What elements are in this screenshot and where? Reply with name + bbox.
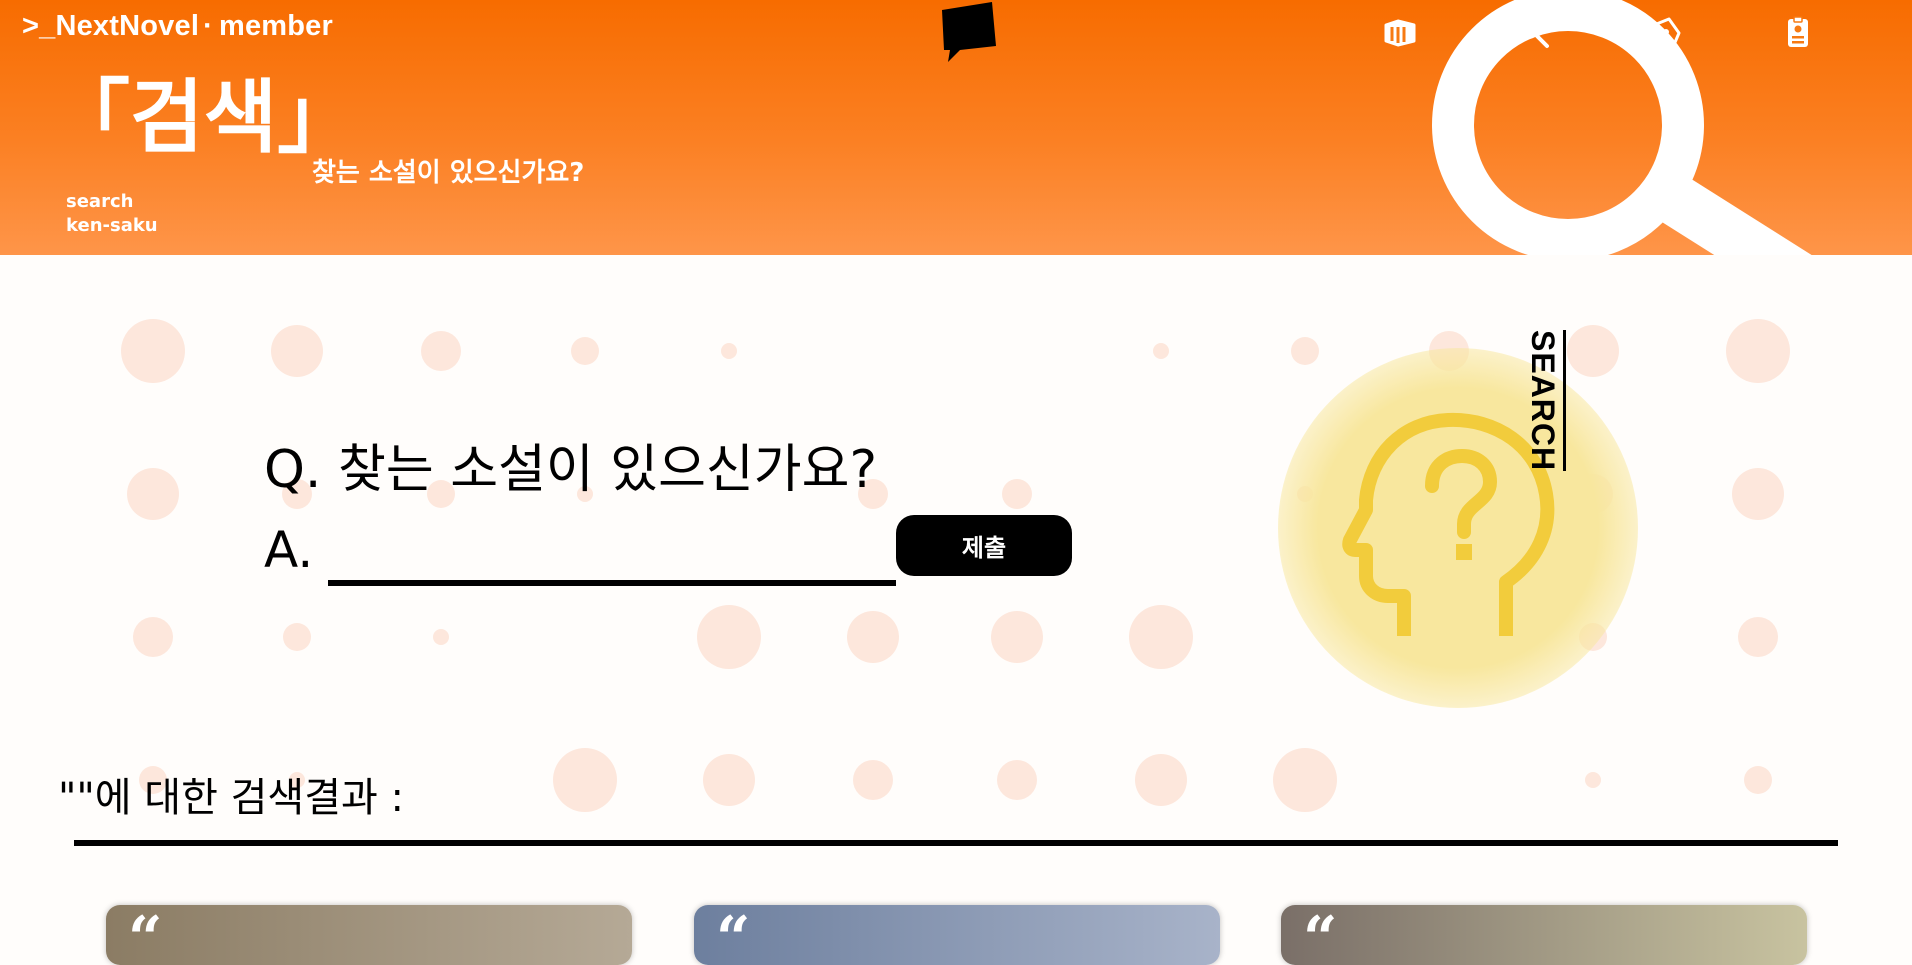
quote-mark: “ <box>128 905 163 965</box>
title-romanization: search ken-saku <box>66 190 158 238</box>
user-label[interactable]: member <box>219 10 333 42</box>
result-card[interactable]: “ <box>106 905 632 965</box>
decorative-dot <box>421 331 461 371</box>
result-card[interactable]: “ <box>1281 905 1807 965</box>
decorative-dot <box>1135 754 1187 806</box>
decorative-dot <box>283 623 311 651</box>
decorative-dot <box>1738 617 1778 657</box>
quote-mark: “ <box>716 905 751 965</box>
quote-mark: “ <box>1303 905 1338 965</box>
answer-label: A. <box>264 521 314 579</box>
decorative-dot <box>433 629 449 645</box>
submit-button[interactable]: 제출 <box>896 515 1072 576</box>
decorative-dot <box>997 760 1037 800</box>
decorative-dot <box>121 319 185 383</box>
magnifier-watermark-icon <box>1432 0 1812 255</box>
results-title: ""에 대한 검색결과 : <box>58 775 405 821</box>
page-title-text: 「검색」 <box>50 71 358 164</box>
brand[interactable]: >_NextNovel · member <box>22 10 333 43</box>
decorative-dot <box>703 754 755 806</box>
decorative-dot <box>133 617 173 657</box>
decorative-dot <box>571 337 599 365</box>
title-english: search <box>66 191 134 212</box>
page-subtitle: 찾는 소설이 있으신가요? <box>312 158 585 188</box>
search-question: Q. 찾는 소설이 있으신가요? <box>264 440 878 500</box>
decorative-dot <box>1567 325 1619 377</box>
decorative-dot <box>271 325 323 377</box>
results-divider <box>74 840 1838 846</box>
page-title: 「검색」 <box>50 78 357 158</box>
speech-bubble-logo-icon[interactable] <box>938 2 998 64</box>
result-card[interactable]: “ <box>694 905 1220 965</box>
decorative-dot <box>127 468 179 520</box>
decorative-dot <box>721 343 737 359</box>
title-japanese: ken-saku <box>66 215 158 236</box>
decorative-dot <box>1153 343 1169 359</box>
decorative-dot <box>1732 468 1784 520</box>
brand-separator: · <box>203 10 213 42</box>
decorative-dot <box>853 760 893 800</box>
decorative-dot <box>1744 766 1772 794</box>
books-icon[interactable] <box>1380 12 1420 52</box>
decorative-dot <box>1129 605 1193 669</box>
decorative-dot <box>991 611 1043 663</box>
decorative-dot <box>847 611 899 663</box>
decorative-dot <box>1273 748 1337 812</box>
search-input[interactable] <box>328 532 896 586</box>
decorative-dot <box>697 605 761 669</box>
page-header: >_NextNovel · member 「검색」 찾는 소설이 있으신가요? … <box>0 0 1912 255</box>
search-side-label: SEARCH <box>1525 330 1566 472</box>
decorative-dot <box>1291 337 1319 365</box>
brand-name[interactable]: >_NextNovel <box>22 10 199 42</box>
decorative-dot <box>553 748 617 812</box>
decorative-dot <box>1002 479 1032 509</box>
decorative-dot <box>1726 319 1790 383</box>
decorative-dot <box>1585 772 1601 788</box>
